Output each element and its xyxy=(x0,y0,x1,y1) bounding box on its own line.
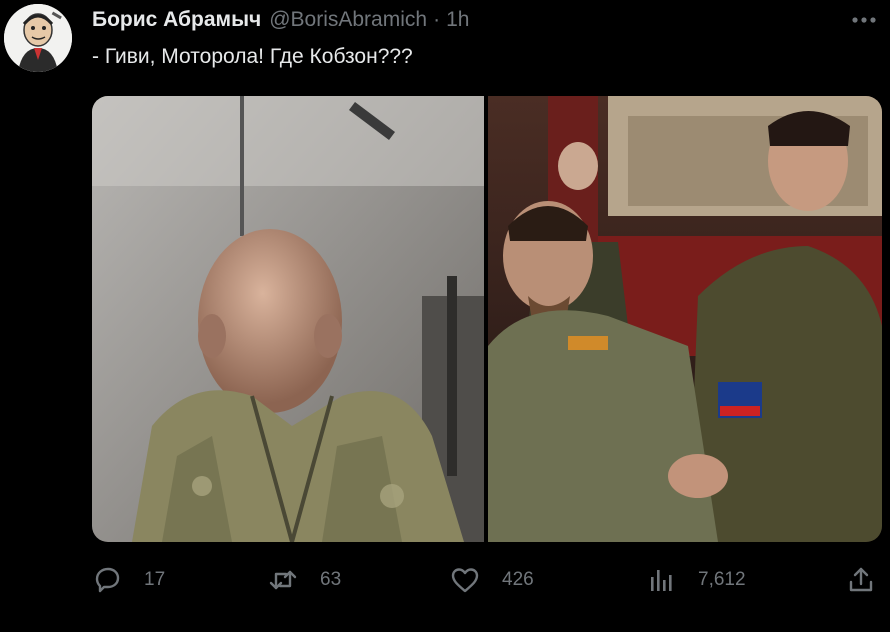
more-dots-icon xyxy=(852,17,876,23)
reply-icon xyxy=(95,567,120,593)
tweet-card[interactable]: Борис Абрамыч @BorisAbramich · 1h - Гиви… xyxy=(0,0,890,632)
share-button[interactable] xyxy=(846,560,876,600)
tweet-text: - Гиви, Моторола! Где Кобзон??? xyxy=(92,45,413,68)
tweet-media[interactable] xyxy=(92,96,882,542)
separator-dot: · xyxy=(433,8,441,31)
retweet-count: 63 xyxy=(320,569,342,590)
views-button[interactable]: 7,612 xyxy=(646,560,746,600)
avatar[interactable] xyxy=(4,4,72,72)
views-count: 7,612 xyxy=(698,569,746,590)
share-icon xyxy=(849,567,873,592)
more-options-button[interactable] xyxy=(848,8,880,32)
timestamp[interactable]: 1h xyxy=(446,8,469,32)
views-chart-icon xyxy=(651,570,672,591)
tweet-actions: 17 63 426 7,612 xyxy=(92,560,882,600)
reply-button[interactable]: 17 xyxy=(92,560,165,600)
retweet-button[interactable]: 63 xyxy=(268,560,341,600)
caricature-avatar-icon xyxy=(4,4,72,72)
photo-right[interactable] xyxy=(488,96,882,542)
like-count: 426 xyxy=(502,569,534,590)
user-handle[interactable]: @BorisAbramich xyxy=(269,8,427,32)
photo-icon xyxy=(488,96,882,542)
like-button[interactable]: 426 xyxy=(450,560,534,600)
photo-left[interactable] xyxy=(92,96,484,542)
reply-count: 17 xyxy=(144,569,166,590)
tweet-header: Борис Абрамыч @BorisAbramich · 1h xyxy=(92,8,469,34)
display-name[interactable]: Борис Абрамыч xyxy=(92,8,261,32)
heart-icon xyxy=(451,568,479,593)
retweet-icon xyxy=(269,570,297,590)
photo-icon xyxy=(92,96,484,542)
